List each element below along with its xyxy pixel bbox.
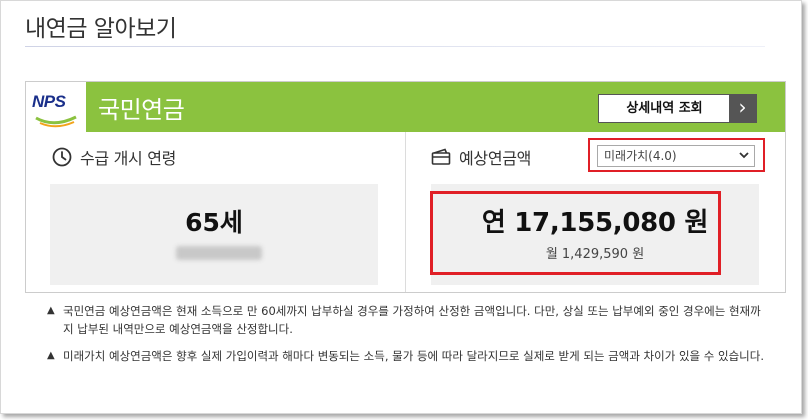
start-age-value: 65세: [185, 208, 243, 237]
start-age-box: 65세: [50, 184, 378, 285]
expected-amount-box: 연 17,155,080 원 월 1,429,590 원: [431, 184, 759, 285]
monthly-amount: 월 1,429,590 원: [545, 247, 645, 262]
wallet-icon: [431, 148, 451, 165]
start-age-label: 수급 개시 연령: [80, 149, 177, 168]
start-age-panel: 수급 개시 연령 65세: [26, 132, 406, 292]
expected-amount-panel: 예상연금액 미래가치(4.0) 연 17,155,080 원 월 1,429,5…: [407, 132, 785, 292]
note-text: 국민연금 예상연금액은 현재 소득으로 만 60세까지 납부하실 경우를 가정하…: [63, 304, 761, 336]
note-item: ▲ 미래가치 예상연금액은 향후 실제 가입이력과 해마다 변동되는 소득, 물…: [47, 347, 767, 365]
nps-swoosh-icon: [35, 115, 77, 128]
blurred-detail: [176, 246, 262, 260]
start-age-header: 수급 개시 연령: [52, 145, 176, 169]
window-frame: 내연금 알아보기 NPS 국민연금 상세내역 조회 › 수급 개시 연령 65세…: [0, 0, 802, 414]
value-type-highlight: 미래가치(4.0): [588, 138, 765, 172]
value-type-select[interactable]: 미래가치(4.0): [597, 145, 755, 167]
triangle-bullet-icon: ▲: [47, 350, 55, 361]
pension-title: 국민연금: [98, 96, 185, 124]
nps-logo: NPS: [26, 82, 86, 132]
clock-icon: [52, 147, 72, 167]
value-type-selected: 미래가치(4.0): [604, 149, 677, 163]
note-text: 미래가치 예상연금액은 향후 실제 가입이력과 해마다 변동되는 소득, 물가 …: [63, 349, 764, 363]
pension-card: NPS 국민연금 상세내역 조회 › 수급 개시 연령 65세 예상연금액 미래…: [25, 81, 786, 293]
chevron-right-icon: ›: [729, 95, 756, 122]
detail-history-button[interactable]: 상세내역 조회 ›: [598, 94, 757, 123]
page-title: 내연금 알아보기: [25, 16, 177, 42]
detail-history-label: 상세내역 조회: [626, 101, 703, 116]
notes-list: ▲ 국민연금 예상연금액은 현재 소득으로 만 60세까지 납부하실 경우를 가…: [47, 302, 767, 374]
expected-amount-label: 예상연금액: [459, 149, 532, 168]
pension-header: NPS 국민연금 상세내역 조회 ›: [26, 82, 785, 132]
yearly-amount: 연 17,155,080 원: [481, 208, 709, 238]
note-item: ▲ 국민연금 예상연금액은 현재 소득으로 만 60세까지 납부하실 경우를 가…: [47, 302, 767, 338]
triangle-bullet-icon: ▲: [47, 305, 55, 316]
nps-logo-text: NPS: [32, 92, 66, 111]
chevron-down-icon: [739, 152, 749, 159]
title-divider: [25, 46, 765, 47]
expected-amount-header: 예상연금액: [431, 145, 531, 169]
